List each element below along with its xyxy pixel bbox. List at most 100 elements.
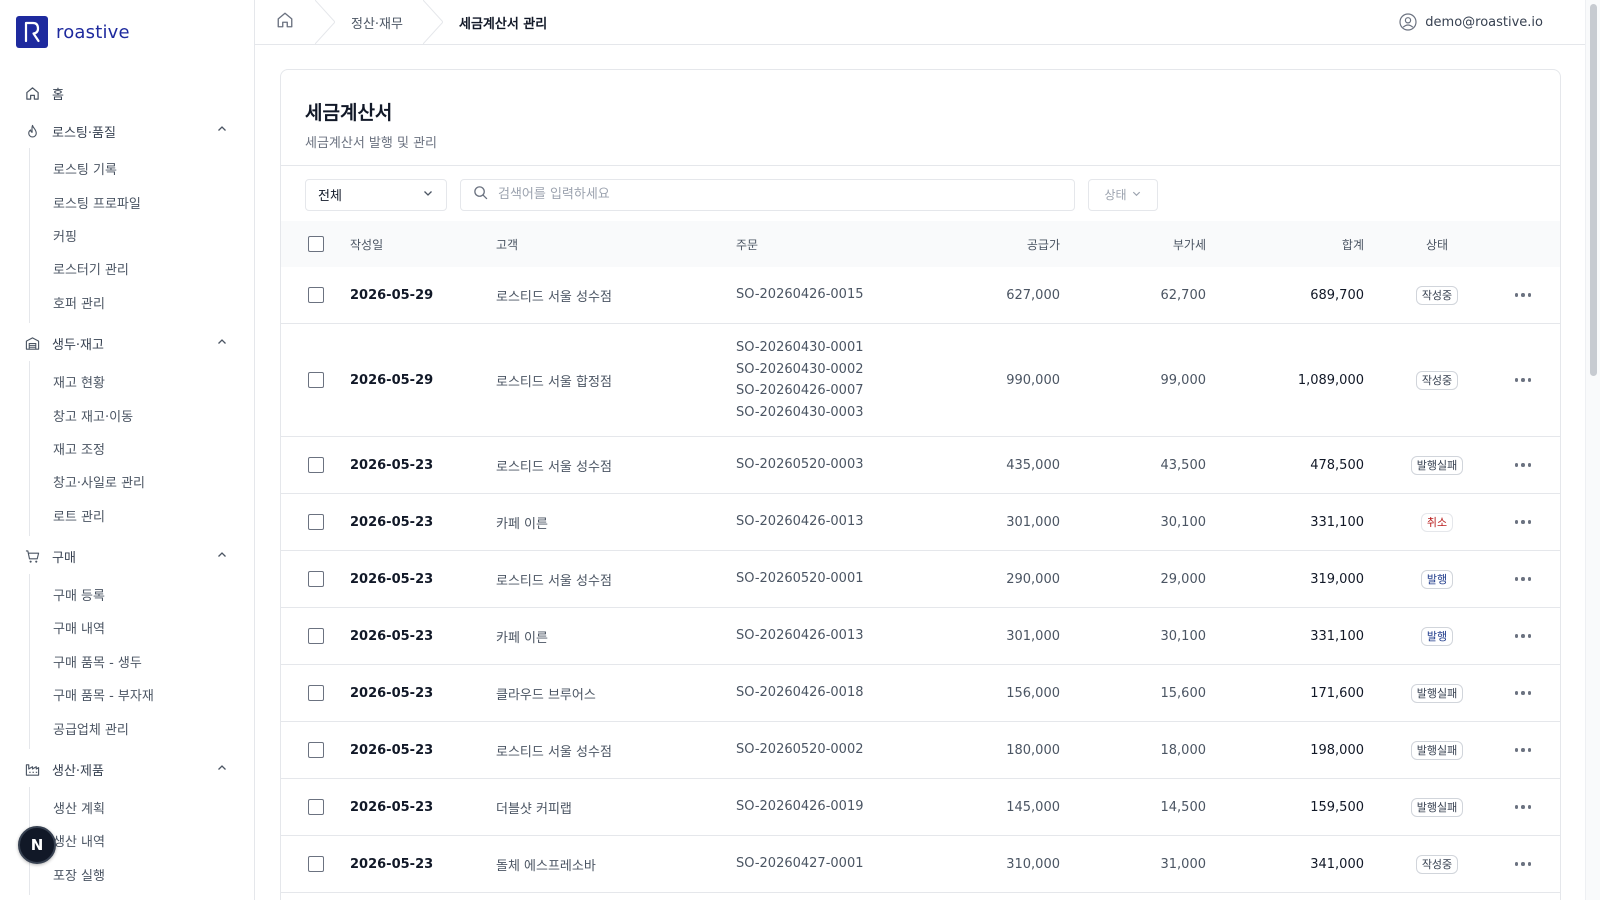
more-icon[interactable] xyxy=(1514,293,1532,297)
status-filter-label: 상태 xyxy=(1104,188,1127,202)
row-checkbox[interactable] xyxy=(308,685,324,701)
table-row[interactable]: 2026-05-23 카페 이른 SO-20260426-0013 301,000 30… xyxy=(281,494,1560,551)
row-checkbox[interactable] xyxy=(308,514,324,530)
row-checkbox[interactable] xyxy=(308,571,324,587)
order-number[interactable]: SO-20260426-0013 xyxy=(736,625,896,647)
table-row[interactable]: 2026-05-23 로스티드 서울 성수점 SO-20260520-0002 180… xyxy=(281,722,1560,779)
sidebar-item[interactable]: 공급업체 관리 xyxy=(30,711,254,744)
sidebar-item[interactable]: 생산 내역 xyxy=(30,824,254,857)
order-number[interactable]: SO-20260426-0018 xyxy=(736,682,896,704)
sidebar-group-4[interactable]: 생산·제품 xyxy=(0,753,254,787)
more-icon[interactable] xyxy=(1514,862,1532,866)
table-row[interactable]: 2026-05-23 로스티드 서울 성수점 SO-20260520-0003 435… xyxy=(281,437,1560,494)
search-box[interactable] xyxy=(460,178,1075,211)
table-row[interactable]: 2026-05-23 더블샷 커피랩 SO-20260426-0019 145,000… xyxy=(281,779,1560,836)
chevron-up-icon[interactable] xyxy=(216,549,228,565)
home-icon xyxy=(24,85,40,101)
sidebar-item[interactable]: 창고 재고·이동 xyxy=(30,398,254,431)
sidebar-item[interactable]: 로스팅 기록 xyxy=(30,152,254,185)
row-checkbox[interactable] xyxy=(308,856,324,872)
column-header-date[interactable]: 작성일 xyxy=(350,236,496,253)
page-scrollbar[interactable] xyxy=(1585,0,1600,900)
factory-icon xyxy=(24,762,40,778)
sidebar-item[interactable]: 구매 등록 xyxy=(30,578,254,611)
table-row[interactable]: 2026-05-23 로스티드 서울 성수점 SO-20260520-0001 290… xyxy=(281,551,1560,608)
brand-logo[interactable]: roastive xyxy=(16,16,130,48)
column-header-customer[interactable]: 고객 xyxy=(496,236,736,253)
row-checkbox[interactable] xyxy=(308,457,324,473)
status-cell: 발행실패 xyxy=(1364,455,1510,475)
order-number[interactable]: SO-20260520-0003 xyxy=(736,454,896,476)
table-row[interactable]: 2026-05-29 로스티드 서울 성수점 SO-20260426-0015 627… xyxy=(281,267,1560,324)
status-filter-button[interactable]: 상태 xyxy=(1088,178,1158,211)
column-header-supply[interactable]: 공급가 xyxy=(896,236,1060,253)
order-number[interactable]: SO-20260430-0003 xyxy=(736,402,896,424)
sidebar-item[interactable]: 커핑 xyxy=(30,219,254,252)
more-icon[interactable] xyxy=(1514,577,1532,581)
search-input[interactable] xyxy=(498,187,1062,202)
more-icon[interactable] xyxy=(1514,634,1532,638)
order-number[interactable]: SO-20260426-0013 xyxy=(736,511,896,533)
select-all-checkbox[interactable] xyxy=(308,236,324,252)
chevron-up-icon[interactable] xyxy=(216,336,228,352)
order-number[interactable]: SO-20260427-0001 xyxy=(736,853,896,875)
column-header-total[interactable]: 합계 xyxy=(1206,236,1364,253)
column-header-order[interactable]: 주문 xyxy=(736,236,896,253)
table-row[interactable]: 2026-05-23 돌체 에스프레소바 SO-20260427-0001 310,0… xyxy=(281,836,1560,893)
sidebar-item[interactable]: 호퍼 관리 xyxy=(30,286,254,319)
order-number[interactable]: SO-20260520-0002 xyxy=(736,739,896,761)
customer-name: 카페 이른 xyxy=(496,630,548,646)
sidebar-group-3[interactable]: 구매 xyxy=(0,540,254,574)
more-icon[interactable] xyxy=(1514,378,1532,382)
sidebar-item[interactable]: 로스터기 관리 xyxy=(30,252,254,285)
row-checkbox[interactable] xyxy=(308,287,324,303)
vat-amount: 30,100 xyxy=(1160,628,1207,644)
sidebar-item[interactable]: 로트 관리 xyxy=(30,499,254,532)
status-cell: 작성중 xyxy=(1364,285,1510,305)
sidebar-item[interactable]: 생산 계획 xyxy=(30,791,254,824)
sidebar-item[interactable]: 창고·사일로 관리 xyxy=(30,465,254,498)
sidebar-group-1[interactable]: 로스팅·품질 xyxy=(0,114,254,148)
sidebar-item[interactable]: 재고 조정 xyxy=(30,432,254,465)
chevron-up-icon[interactable] xyxy=(216,123,228,139)
more-icon[interactable] xyxy=(1514,463,1532,467)
order-number[interactable]: SO-20260426-0007 xyxy=(736,380,896,402)
row-checkbox[interactable] xyxy=(308,742,324,758)
order-list: SO-20260426-0015 xyxy=(736,284,896,306)
assistant-fab[interactable]: N xyxy=(18,826,56,864)
more-icon[interactable] xyxy=(1514,748,1532,752)
order-number[interactable]: SO-20260426-0015 xyxy=(736,284,896,306)
type-select[interactable]: 전체 xyxy=(305,178,447,211)
sidebar-item[interactable]: 구매 내역 xyxy=(30,611,254,644)
user-menu[interactable]: demo@roastive.io xyxy=(1399,0,1543,44)
sidebar-item-home[interactable]: 홈 xyxy=(0,76,254,110)
scrollbar-thumb[interactable] xyxy=(1590,4,1597,376)
order-number[interactable]: SO-20260430-0002 xyxy=(736,359,896,381)
more-icon[interactable] xyxy=(1514,691,1532,695)
table-row[interactable]: 2026-05-23 클라우드 브루어스 SO-20260426-0018 156,0… xyxy=(281,665,1560,722)
sidebar-item[interactable]: 재고 현황 xyxy=(30,365,254,398)
status-cell: 발행 xyxy=(1364,569,1510,589)
row-checkbox[interactable] xyxy=(308,372,324,388)
table-row[interactable]: 2026-05-29 로스티드 서울 합정점 SO-20260430-0001 SO-… xyxy=(281,324,1560,437)
table-row[interactable]: 2026-05-23 카페 이른 SO-20260426-0013 301,000 30… xyxy=(281,608,1560,665)
order-number[interactable]: SO-20260426-0019 xyxy=(736,796,896,818)
breadcrumb-home[interactable] xyxy=(255,0,315,44)
sidebar-item[interactable]: 구매 품목 - 부자재 xyxy=(30,678,254,711)
order-number[interactable]: SO-20260520-0001 xyxy=(736,568,896,590)
column-header-vat[interactable]: 부가세 xyxy=(1060,236,1206,253)
sidebar-item[interactable]: 포장 실행 xyxy=(30,858,254,891)
column-header-status[interactable]: 상태 xyxy=(1364,236,1510,253)
more-icon[interactable] xyxy=(1514,520,1532,524)
order-list: SO-20260520-0001 xyxy=(736,568,896,590)
more-icon[interactable] xyxy=(1514,805,1532,809)
breadcrumb-item[interactable]: 정산·재무 xyxy=(315,0,423,44)
sidebar-item[interactable]: 구매 품목 - 생두 xyxy=(30,645,254,678)
order-number[interactable]: SO-20260430-0001 xyxy=(736,337,896,359)
row-checkbox[interactable] xyxy=(308,799,324,815)
sidebar-item[interactable]: 로스팅 프로파일 xyxy=(30,185,254,218)
vat-amount: 43,500 xyxy=(1160,457,1207,473)
sidebar-group-2[interactable]: 생두·재고 xyxy=(0,327,254,361)
chevron-up-icon[interactable] xyxy=(216,762,228,778)
row-checkbox[interactable] xyxy=(308,628,324,644)
